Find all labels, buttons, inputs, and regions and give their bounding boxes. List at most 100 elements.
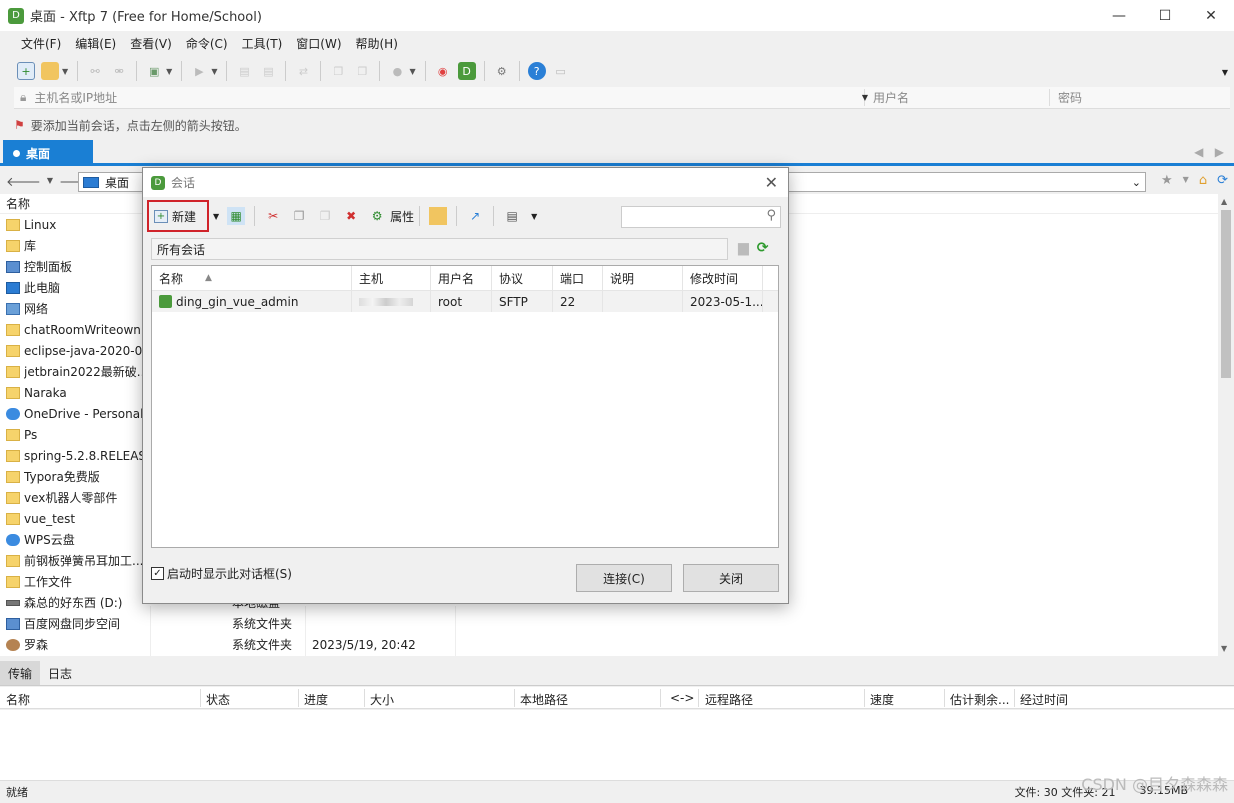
copy-icon[interactable]: ❐ — [290, 207, 308, 225]
copy-icon[interactable]: ❐ — [329, 62, 347, 80]
chevron-down-icon[interactable]: ▼ — [862, 93, 868, 102]
xftp-icon[interactable]: D — [457, 62, 476, 80]
tab-transfer[interactable]: 传输 — [0, 661, 41, 685]
menu-file[interactable]: 文件(F) — [14, 35, 68, 52]
chevron-down-icon[interactable]: ▼ — [47, 174, 53, 190]
session-table-header: 名称 ▲ 主机 用户名 协议 端口 说明 修改时间 — [152, 266, 778, 291]
col-description[interactable]: 说明 — [603, 266, 683, 290]
menu-command[interactable]: 命令(C) — [179, 35, 235, 52]
disconnect-icon[interactable]: ⚮ — [110, 62, 128, 80]
connect-button[interactable]: 连接(C) — [576, 564, 672, 592]
col-size[interactable]: 大小 — [370, 691, 394, 708]
chat-icon[interactable]: ▭ — [552, 62, 570, 80]
col-host[interactable]: 主机 — [352, 266, 431, 290]
col-modified[interactable]: 修改时间 — [683, 266, 763, 290]
vertical-scrollbar[interactable]: ▲ ▼ — [1218, 194, 1234, 656]
download-icon[interactable]: ▤ — [259, 62, 277, 80]
refresh-icon[interactable]: ⟳ — [757, 240, 769, 256]
close-window-button[interactable]: ✕ — [1188, 0, 1234, 31]
close-button[interactable]: 关闭 — [683, 564, 779, 592]
main-toolbar: + ▼ ⚯ ⚮ ▣ ▼ ▶ ▼ ▤ ▤ ⇄ ❐ ❐ ● ▼ ◉ D ⚙ ? ▭ ▼ — [0, 56, 1234, 86]
connect-icon[interactable]: ⚯ — [86, 62, 104, 80]
new-session-icon[interactable]: + — [17, 62, 35, 80]
cut-icon[interactable]: ✂ — [264, 207, 282, 225]
encoding-icon[interactable]: ● — [388, 62, 406, 80]
startup-checkbox[interactable]: ✓ — [151, 567, 164, 580]
file-name: 网络 — [24, 302, 49, 316]
back-arrow-icon[interactable]: 🡐 — [6, 174, 41, 190]
chevron-down-icon[interactable]: ⌄ — [1132, 176, 1141, 189]
col-eta[interactable]: 估计剩余... — [950, 691, 1009, 708]
host-input[interactable]: 主机名或IP地址 — [34, 89, 117, 106]
col-remote-path[interactable]: 远程路径 — [705, 691, 753, 708]
flag-icon[interactable]: ⚑ — [14, 118, 25, 132]
menu-help[interactable]: 帮助(H) — [349, 35, 405, 52]
shortcut-icon[interactable]: ↗ — [466, 207, 484, 225]
search-icon[interactable]: ⚲ — [766, 208, 776, 223]
file-name: 工作文件 — [24, 575, 73, 589]
new-tab-icon[interactable]: ▣ — [145, 62, 163, 80]
tab-log[interactable]: 日志 — [40, 661, 80, 685]
col-status[interactable]: 状态 — [206, 691, 230, 708]
menu-tools[interactable]: 工具(T) — [235, 35, 290, 52]
upload-icon[interactable]: ▤ — [235, 62, 253, 80]
refresh-icon[interactable]: ⟳ — [1217, 173, 1228, 188]
home-icon[interactable]: ⌂ — [1199, 173, 1207, 188]
session-row[interactable]: ding_gin_vue_admin root SFTP 22 2023-05-… — [152, 291, 778, 312]
chevron-down-icon[interactable]: ▼ — [409, 67, 415, 76]
menu-window[interactable]: 窗口(W) — [289, 35, 348, 52]
maximize-button[interactable]: ☐ — [1142, 0, 1188, 31]
col-progress[interactable]: 进度 — [304, 691, 328, 708]
col-elapsed[interactable]: 经过时间 — [1020, 691, 1068, 708]
col-speed[interactable]: 速度 — [870, 691, 894, 708]
xshell-icon[interactable]: ◉ — [434, 62, 452, 80]
scroll-down-icon[interactable]: ▼ — [1221, 644, 1227, 653]
gear-icon[interactable]: ⚙ — [493, 62, 511, 80]
paste-icon[interactable]: ❐ — [316, 207, 334, 225]
scroll-up-icon[interactable]: ▲ — [1221, 197, 1227, 206]
file-type: 系统文件夹 — [232, 617, 293, 631]
open-session-icon[interactable]: ▦ — [227, 207, 246, 225]
chevron-down-icon[interactable]: ▼ — [531, 212, 537, 221]
star-icon[interactable]: ★ — [1161, 173, 1173, 188]
new-session-button[interactable]: + 新建 — [147, 200, 209, 232]
open-folder-icon[interactable] — [41, 62, 59, 80]
properties-label[interactable]: 属性 — [390, 208, 414, 225]
col-protocol[interactable]: 协议 — [492, 266, 553, 290]
delete-icon[interactable]: ✖ — [342, 207, 360, 225]
col-direction[interactable]: <-> — [670, 691, 694, 705]
sync-icon[interactable]: ⇄ — [294, 62, 312, 80]
close-icon[interactable]: ✕ — [765, 173, 778, 192]
chevron-down-icon[interactable]: ▼ — [211, 67, 217, 76]
menu-edit[interactable]: 编辑(E) — [68, 35, 123, 52]
new-folder-icon[interactable]: ▆ — [738, 240, 749, 256]
col-local-path[interactable]: 本地路径 — [520, 691, 568, 708]
col-name[interactable]: 名称 — [6, 691, 30, 708]
chevron-down-icon[interactable]: ▼ — [213, 212, 219, 221]
folder-icon[interactable] — [429, 207, 448, 225]
toolbar-overflow-icon[interactable]: ▼ — [1222, 68, 1228, 77]
tab-desktop[interactable]: 桌面 — [3, 140, 93, 166]
username-input[interactable]: 用户名 — [864, 89, 1049, 106]
help-icon[interactable]: ? — [527, 62, 546, 80]
view-icon[interactable]: ▤ — [503, 207, 521, 225]
tab-nav-arrows[interactable]: ◀ ▶ — [1194, 145, 1224, 159]
chevron-down-icon[interactable]: ▼ — [1183, 173, 1189, 188]
scrollbar-thumb[interactable] — [1221, 210, 1231, 378]
toolbar-divider — [518, 61, 520, 81]
chevron-down-icon[interactable]: ▼ — [166, 67, 172, 76]
col-port[interactable]: 端口 — [553, 266, 603, 290]
chevron-down-icon[interactable]: ▼ — [62, 67, 68, 76]
minimize-button[interactable]: — — [1096, 0, 1142, 31]
properties-icon[interactable]: ⚙ — [368, 207, 386, 225]
password-input[interactable]: 密码 — [1049, 89, 1230, 106]
menu-view[interactable]: 查看(V) — [123, 35, 179, 52]
paste-icon[interactable]: ❐ — [353, 62, 371, 80]
startup-checkbox-row[interactable]: ✓ 启动时显示此对话框(S) — [151, 565, 292, 582]
col-user[interactable]: 用户名 — [431, 266, 492, 290]
transfer-icon[interactable]: ▶ — [190, 62, 208, 80]
col-name[interactable]: 名称 ▲ — [152, 266, 352, 290]
session-search-input[interactable]: ⚲ — [621, 206, 781, 228]
list-item[interactable]: 百度网盘同步空间 系统文件夹 — [0, 613, 1234, 634]
list-item[interactable]: 罗森 系统文件夹 2023/5/19, 20:42 — [0, 634, 1234, 655]
